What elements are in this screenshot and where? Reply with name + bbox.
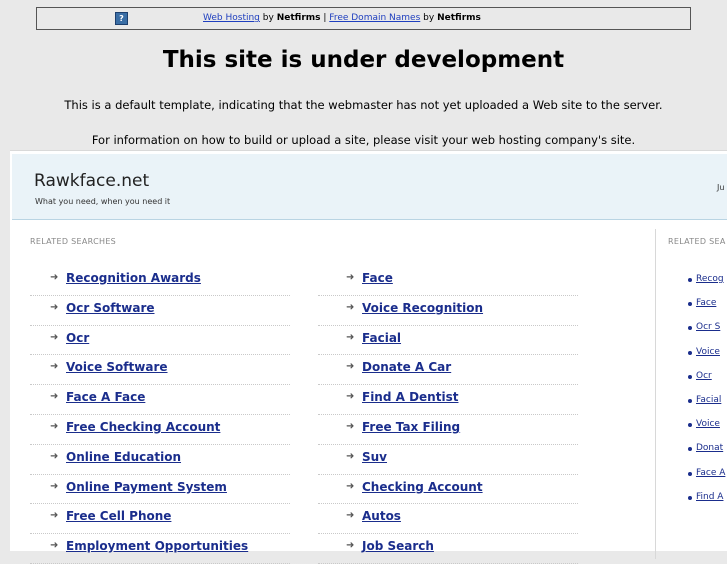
list-item: ➜ Job Search (318, 534, 578, 564)
bullet-icon (688, 447, 692, 452)
arrow-right-icon: ➜ (346, 301, 355, 313)
free-domain-names-link[interactable]: Free Domain Names (329, 13, 420, 23)
arrow-right-icon: ➜ (50, 420, 59, 432)
related-search-link[interactable]: Recognition Awards (66, 271, 201, 285)
list-item: ➜ Face A Face (30, 385, 290, 415)
list-item: ➜ Find A Dentist (318, 385, 578, 415)
list-item: ➜ Ocr (30, 326, 290, 356)
bullet-icon (688, 302, 692, 307)
header-right-text: Ju (717, 183, 725, 192)
related-search-link[interactable]: Job Search (362, 539, 434, 553)
related-search-link[interactable]: Face A Face (66, 390, 145, 404)
sidebar-search-link[interactable]: Face (696, 298, 716, 308)
arrow-right-icon: ➜ (50, 480, 59, 492)
sidebar-search-link[interactable]: Ocr (696, 371, 712, 381)
sidebar-search-link[interactable]: Find A (696, 492, 723, 502)
arrow-right-icon: ➜ (346, 272, 355, 283)
bullet-icon (688, 278, 692, 282)
related-search-link[interactable]: Online Education (66, 450, 181, 464)
bullet-icon (688, 326, 692, 331)
related-search-link[interactable]: Free Tax Filing (362, 420, 460, 434)
site-title: Rawkface.net (34, 171, 150, 191)
arrow-right-icon: ➜ (346, 480, 355, 492)
list-item: ➜ Checking Account (318, 475, 578, 505)
arrow-right-icon: ➜ (50, 510, 59, 522)
column-divider (655, 229, 656, 559)
parked-domain-frame: Rawkface.net What you need, when you nee… (10, 150, 727, 564)
arrow-right-icon: ➜ (50, 391, 59, 403)
page-title: This site is under development (162, 47, 565, 73)
related-search-link[interactable]: Checking Account (362, 480, 483, 494)
arrow-right-icon: ➜ (50, 331, 59, 343)
related-searches-label: RELATED SEARCHES (30, 237, 117, 246)
site-tagline: What you need, when you need it (35, 197, 171, 206)
list-item: ➜ Autos (318, 504, 578, 535)
related-search-link[interactable]: Ocr (66, 331, 89, 345)
related-search-link[interactable]: Employment Opportunities (66, 539, 248, 553)
list-item: ➜ Voice Software (30, 355, 290, 386)
web-hosting-link[interactable]: Web Hosting (203, 13, 260, 23)
arrow-right-icon: ➜ (50, 540, 59, 552)
list-item: ➜ Recognition Awards (30, 266, 290, 296)
list-item: ➜ Facial (318, 326, 578, 356)
related-search-link[interactable]: Find A Dentist (362, 390, 458, 404)
list-item: ➜ Suv (318, 445, 578, 475)
related-search-link[interactable]: Voice Recognition (362, 301, 483, 315)
sidebar-search-link[interactable]: Ocr S (696, 322, 720, 332)
related-search-link[interactable]: Autos (362, 509, 401, 523)
sidebar-search-link[interactable]: Recog (696, 274, 724, 284)
list-item: ➜ Free Checking Account (30, 415, 290, 445)
list-item: ➜ Face (318, 266, 578, 296)
related-search-link[interactable]: Free Checking Account (66, 420, 220, 434)
arrow-right-icon: ➜ (50, 450, 59, 462)
list-item: ➜ Online Education (30, 445, 290, 475)
arrow-right-icon: ➜ (346, 391, 355, 403)
arrow-right-icon: ➜ (346, 450, 355, 462)
arrow-right-icon: ➜ (50, 272, 59, 283)
related-search-link[interactable]: Facial (362, 331, 401, 345)
sidebar-search-link[interactable]: Voice (696, 347, 720, 357)
sidebar-related-label: RELATED SEA (668, 237, 726, 246)
related-search-link[interactable]: Suv (362, 450, 387, 464)
related-search-link[interactable]: Face (362, 271, 393, 285)
bullet-icon (688, 374, 692, 379)
list-item: ➜ Ocr Software (30, 296, 290, 326)
list-item: ➜ Voice Recognition (318, 296, 578, 326)
banner-links: Web Hosting by Netfirms | Free Domain Na… (203, 13, 481, 23)
list-item: ➜ Free Cell Phone (30, 504, 290, 535)
list-item: ➜ Free Tax Filing (318, 415, 578, 445)
hosting-banner: ? Web Hosting by Netfirms | Free Domain … (36, 7, 691, 30)
arrow-right-icon: ➜ (346, 420, 355, 432)
sidebar-search-link[interactable]: Face A (696, 468, 725, 478)
related-search-link[interactable]: Donate A Car (362, 360, 451, 374)
arrow-right-icon: ➜ (346, 540, 355, 552)
sidebar-search-link[interactable]: Voice (696, 419, 720, 429)
arrow-right-icon: ➜ (346, 510, 355, 522)
bullet-icon (688, 495, 692, 500)
bullet-icon (688, 423, 692, 428)
arrow-right-icon: ➜ (50, 301, 59, 313)
arrow-right-icon: ➜ (50, 361, 59, 373)
site-header: Rawkface.net What you need, when you nee… (12, 154, 727, 220)
related-searches-left-column: ➜ Recognition Awards ➜ Ocr Software ➜ Ocr ➜ Voi… (30, 266, 290, 564)
help-icon: ? (115, 12, 128, 25)
list-item: ➜ Employment Opportunities (30, 534, 290, 564)
related-search-link[interactable]: Free Cell Phone (66, 509, 171, 523)
related-searches-panel: RELATED SEARCHES ➜ Recognition Awards ➜ Ocr… (12, 221, 655, 564)
bullet-icon (688, 350, 692, 355)
related-search-link[interactable]: Voice Software (66, 360, 168, 374)
arrow-right-icon: ➜ (346, 361, 355, 373)
bullet-icon (688, 398, 692, 403)
bullet-icon (688, 471, 692, 476)
hosting-info-message: For information on how to build or uploa… (91, 133, 636, 147)
list-item: ➜ Online Payment System (30, 475, 290, 505)
list-item: ➜ Donate A Car (318, 355, 578, 386)
arrow-right-icon: ➜ (346, 331, 355, 343)
sidebar-search-link[interactable]: Donat (696, 443, 723, 453)
related-searches-right-column: ➜ Face ➜ Voice Recognition ➜ Facial ➜ Donate A … (318, 266, 578, 564)
related-search-link[interactable]: Ocr Software (66, 301, 155, 315)
default-template-message: This is a default template, indicating t… (64, 98, 663, 112)
related-search-link[interactable]: Online Payment System (66, 480, 227, 494)
sidebar-search-link[interactable]: Facial (696, 395, 721, 405)
